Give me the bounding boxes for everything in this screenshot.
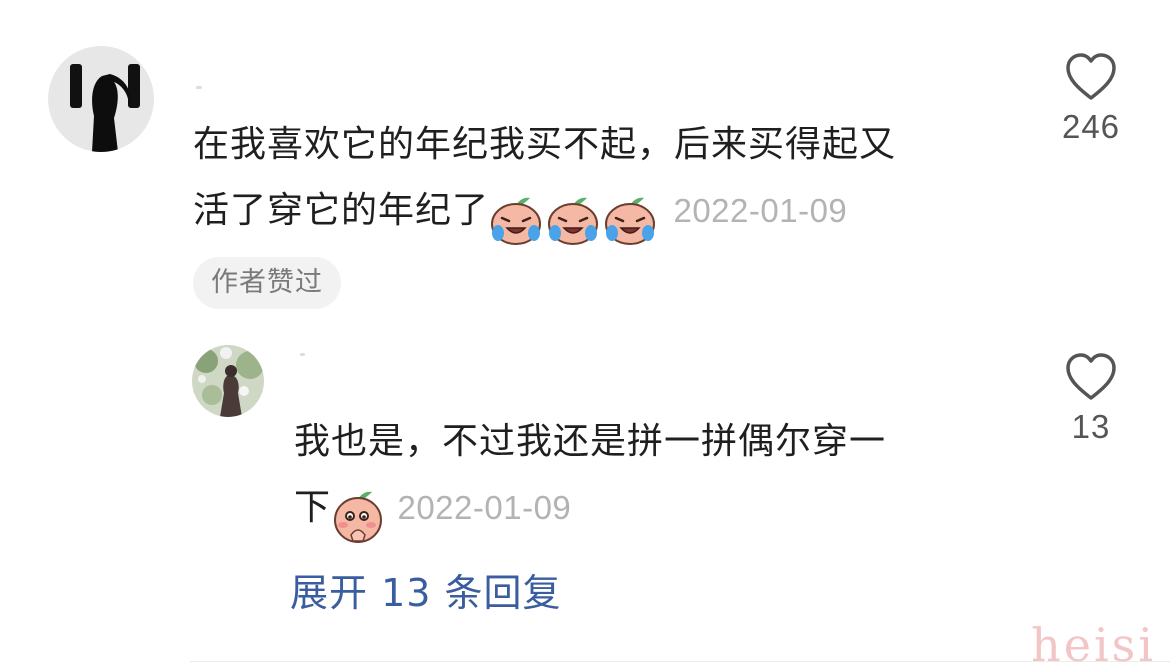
comment-line-1: 在我喜欢它的年纪我买不起，后来买得起又 <box>193 124 897 165</box>
shy-peach-emoji-icon <box>331 483 385 549</box>
reply-body: 我也是，不过我还是拼一拼偶尔穿一 下 2022-01-09 <box>294 409 886 549</box>
crying-laughing-peach-emoji-icon <box>489 186 661 252</box>
reply-like-button[interactable]: 13 <box>1046 352 1136 446</box>
commenter-avatar[interactable] <box>48 46 154 152</box>
heart-outline-icon <box>1066 353 1116 400</box>
reply-date: 2022-01-09 <box>397 489 572 526</box>
heart-outline-icon <box>1066 53 1116 100</box>
divider <box>190 661 1170 662</box>
avatar-image <box>192 345 264 417</box>
comment-thread: 在我喜欢它的年纪我买不起，后来买得起又 活了穿它的年纪了 2022-01-09 <box>0 0 1170 672</box>
reply-line-2-text: 下 <box>294 487 332 528</box>
reply-line-2: 下 2022-01-09 <box>294 475 886 549</box>
comment-like-button[interactable]: 246 <box>1046 52 1136 146</box>
comment-line-2-text: 活了穿它的年纪了 <box>193 190 490 231</box>
expand-replies-link[interactable]: 展开 13 条回复 <box>290 562 562 617</box>
author-liked-badge: 作者赞过 <box>193 257 341 309</box>
comment-like-count: 246 <box>1061 108 1121 145</box>
avatar-image <box>48 46 154 152</box>
reply-line-1: 我也是，不过我还是拼一拼偶尔穿一 <box>294 421 887 462</box>
watermark: heisi <box>1031 618 1156 672</box>
reply-like-count: 13 <box>1071 408 1111 445</box>
comment-line-2: 活了穿它的年纪了 2022-01-09 <box>193 178 896 252</box>
replier-avatar[interactable] <box>192 345 264 417</box>
comment-body: 在我喜欢它的年纪我买不起，后来买得起又 活了穿它的年纪了 2022-01-09 <box>193 112 896 252</box>
comment-date: 2022-01-09 <box>673 192 848 229</box>
